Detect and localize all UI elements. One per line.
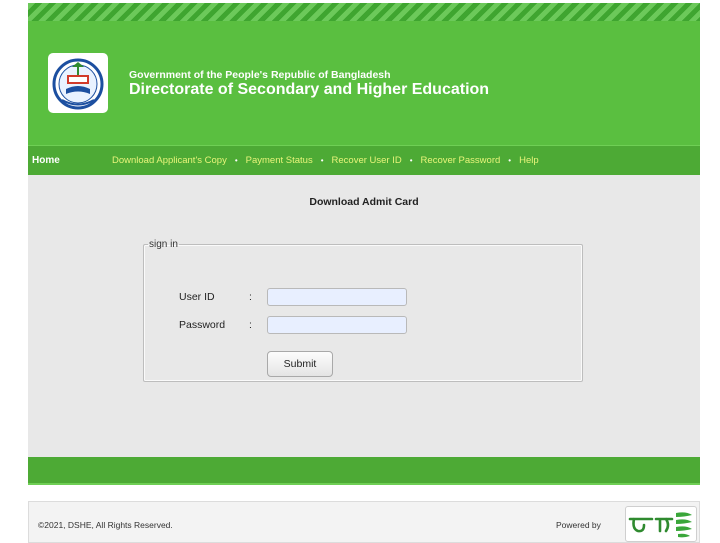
signin-legend: sign in bbox=[149, 239, 178, 250]
nav-separator: • bbox=[409, 156, 413, 165]
page-container: Government of the People's Republic of B… bbox=[28, 3, 700, 543]
nav-separator: • bbox=[508, 156, 512, 165]
nav-links: Download Applicant's Copy • Payment Stat… bbox=[112, 155, 539, 166]
nav-recover-user-id[interactable]: Recover User ID bbox=[332, 155, 402, 166]
userid-label: User ID bbox=[179, 291, 215, 303]
userid-colon: : bbox=[249, 291, 252, 303]
nav-download-applicants-copy[interactable]: Download Applicant's Copy bbox=[112, 155, 227, 166]
nav-help[interactable]: Help bbox=[519, 155, 539, 166]
nav-separator: • bbox=[234, 156, 238, 165]
nav-payment-status[interactable]: Payment Status bbox=[246, 155, 313, 166]
top-stripe-band bbox=[28, 3, 700, 21]
userid-input[interactable] bbox=[267, 288, 407, 306]
nav-separator: • bbox=[320, 156, 324, 165]
copyright-text: ©2021, DSHE, All Rights Reserved. bbox=[38, 520, 173, 530]
dshe-emblem-icon bbox=[48, 53, 108, 113]
footer-green-bar bbox=[28, 457, 700, 485]
password-label: Password bbox=[179, 319, 226, 331]
signin-fieldset: sign in User ID : Password : Submit bbox=[143, 239, 583, 382]
submit-button[interactable]: Submit bbox=[267, 351, 333, 377]
password-input[interactable] bbox=[267, 316, 407, 334]
password-colon: : bbox=[249, 319, 252, 331]
powered-by-text: Powered by bbox=[556, 520, 601, 530]
main-content: Download Admit Card sign in User ID : Pa… bbox=[28, 175, 700, 457]
page-title: Download Admit Card bbox=[309, 196, 419, 208]
government-title: Government of the People's Republic of B… bbox=[129, 69, 391, 81]
nav-recover-password[interactable]: Recover Password bbox=[421, 155, 501, 166]
teletalk-logo-icon[interactable] bbox=[625, 506, 697, 542]
site-header: Government of the People's Republic of B… bbox=[28, 21, 700, 145]
directorate-title: Directorate of Secondary and Higher Educ… bbox=[129, 81, 490, 98]
nav-home-link[interactable]: Home bbox=[32, 155, 60, 166]
site-footer: ©2021, DSHE, All Rights Reserved. Powere… bbox=[28, 501, 700, 543]
main-navbar: Home Download Applicant's Copy • Payment… bbox=[28, 145, 700, 176]
